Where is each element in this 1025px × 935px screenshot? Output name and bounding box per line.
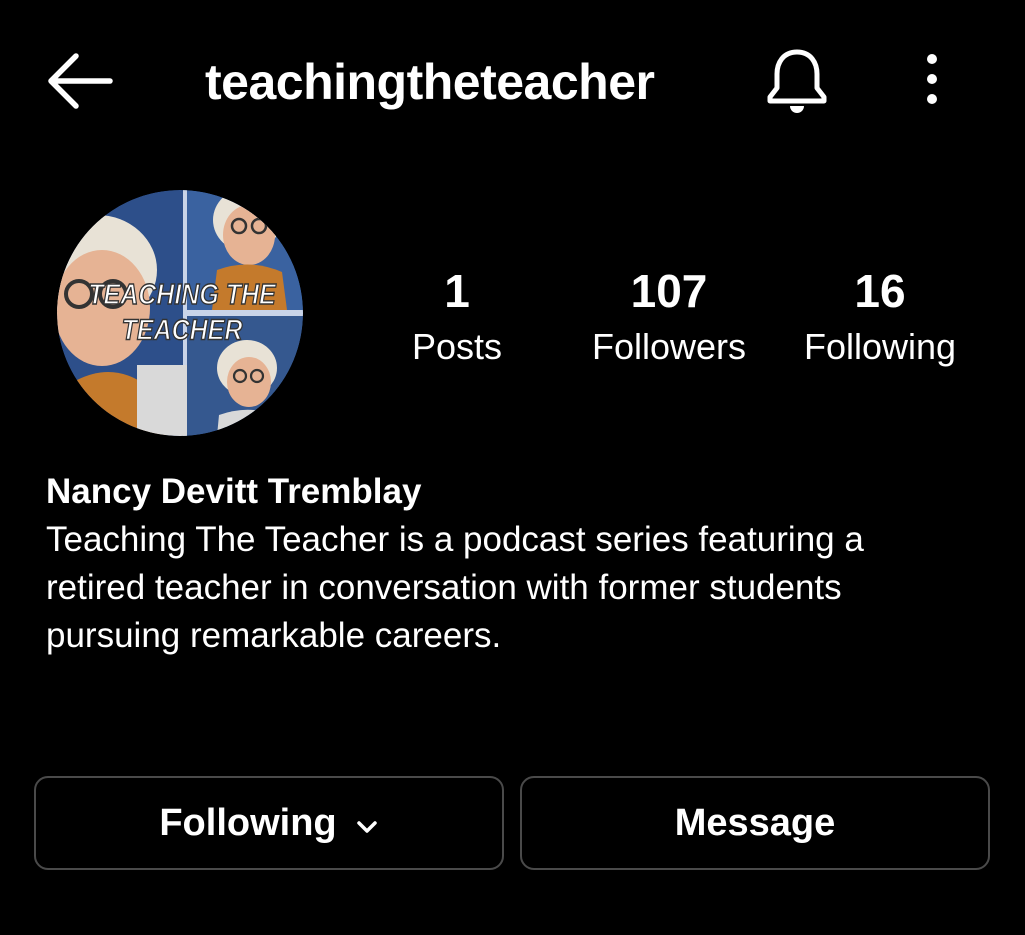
- avatar-image: TEACHING THE TEACHER: [57, 190, 303, 436]
- posts-label: Posts: [411, 326, 503, 367]
- profile-bio: Teaching The Teacher is a podcast series…: [46, 520, 864, 655]
- posts-value: 1: [444, 265, 470, 317]
- following-value: 16: [854, 265, 906, 317]
- arrow-left-icon: [48, 53, 113, 109]
- more-options-button[interactable]: [910, 46, 954, 112]
- posts-count[interactable]: 1 Posts: [380, 262, 534, 374]
- profile-username: teachingtheteacher: [205, 54, 655, 110]
- following-button-label: Following: [159, 801, 337, 844]
- message-button[interactable]: Message: [520, 776, 990, 870]
- bell-icon: [767, 49, 827, 113]
- followers-value: 107: [630, 265, 708, 317]
- notifications-button[interactable]: [762, 46, 832, 116]
- following-button[interactable]: Following: [34, 776, 504, 870]
- back-button[interactable]: [44, 50, 116, 112]
- following-label: Following: [803, 326, 957, 367]
- message-button-label: Message: [674, 801, 836, 844]
- more-vertical-icon: [927, 54, 937, 104]
- following-count[interactable]: 16 Following: [790, 262, 970, 374]
- avatar-overlay-text-2: TEACHER: [122, 314, 243, 346]
- chevron-down-icon: [355, 802, 379, 845]
- avatar-overlay-text-1: TEACHING THE: [88, 278, 276, 310]
- followers-count[interactable]: 107 Followers: [576, 262, 762, 374]
- profile-name: Nancy Devitt Tremblay: [46, 472, 422, 511]
- followers-label: Followers: [591, 326, 747, 367]
- profile-avatar[interactable]: TEACHING THE TEACHER: [57, 190, 303, 436]
- top-bar: teachingtheteacher: [0, 0, 1025, 160]
